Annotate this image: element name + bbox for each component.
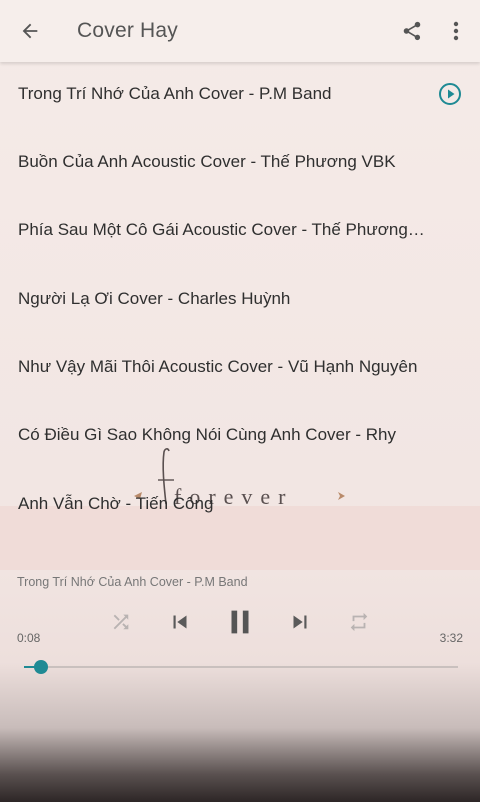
repeat-icon (350, 612, 368, 632)
song-title: Như Vậy Mãi Thôi Acoustic Cover - Vũ Hạn… (18, 357, 418, 376)
seek-bar-thumb[interactable] (34, 660, 49, 674)
song-item[interactable]: Anh Vẫn Chờ - Tiến Công (0, 472, 480, 540)
shuffle-button[interactable] (108, 610, 134, 634)
now-playing-title: Trong Trí Nhớ Của Anh Cover - P.M Band (17, 575, 248, 589)
page-title: Cover Hay (77, 19, 178, 42)
skip-previous-icon (173, 615, 187, 629)
more-vertical-icon (453, 21, 459, 41)
share-icon (403, 21, 421, 41)
repeat-button[interactable] (346, 610, 372, 634)
song-title: Phía Sau Một Cô Gái Acoustic Cover - Thế… (18, 220, 426, 239)
song-title: Trong Trí Nhớ Của Anh Cover - P.M Band (18, 84, 332, 103)
next-button[interactable] (286, 608, 314, 636)
app-screen: Cover Hay Trong Trí Nhớ Của Anh Cover - … (0, 0, 480, 802)
share-button[interactable] (398, 17, 426, 45)
previous-button[interactable] (166, 608, 194, 636)
skip-next-icon (293, 615, 307, 629)
song-item[interactable]: Buồn Của Anh Acoustic Cover - Thế Phương… (0, 130, 480, 198)
song-item[interactable]: Như Vậy Mãi Thôi Acoustic Cover - Vũ Hạn… (0, 335, 480, 403)
more-options-button[interactable] (446, 17, 466, 45)
song-item[interactable]: Có Điều Gì Sao Không Nói Cùng Anh Cover … (0, 403, 480, 471)
seek-bar[interactable] (24, 660, 458, 674)
back-button[interactable] (14, 16, 46, 46)
song-title: Có Điều Gì Sao Không Nói Cùng Anh Cover … (18, 425, 396, 444)
player-panel: Trong Trí Nhớ Của Anh Cover - P.M Band 0… (0, 570, 480, 802)
toolbar: Cover Hay (0, 0, 480, 62)
song-item[interactable]: Người Lạ Ơi Cover - Charles Huỳnh (0, 267, 480, 335)
duration-time: 3:32 (439, 631, 463, 645)
song-item[interactable]: Phía Sau Một Cô Gái Acoustic Cover - Thế… (0, 198, 480, 266)
shuffle-icon (113, 614, 129, 630)
song-title: Buồn Của Anh Acoustic Cover - Thế Phương… (18, 152, 396, 171)
pause-icon (231, 610, 249, 634)
arrow-left-icon (22, 23, 38, 39)
pause-button[interactable] (222, 604, 258, 640)
song-title: Anh Vẫn Chờ - Tiến Công (18, 494, 214, 513)
play-circle-icon[interactable] (438, 82, 462, 106)
elapsed-time: 0:08 (17, 631, 41, 645)
song-item[interactable]: Trong Trí Nhớ Của Anh Cover - P.M Band (0, 62, 480, 130)
song-title: Người Lạ Ơi Cover - Charles Huỳnh (18, 289, 291, 308)
